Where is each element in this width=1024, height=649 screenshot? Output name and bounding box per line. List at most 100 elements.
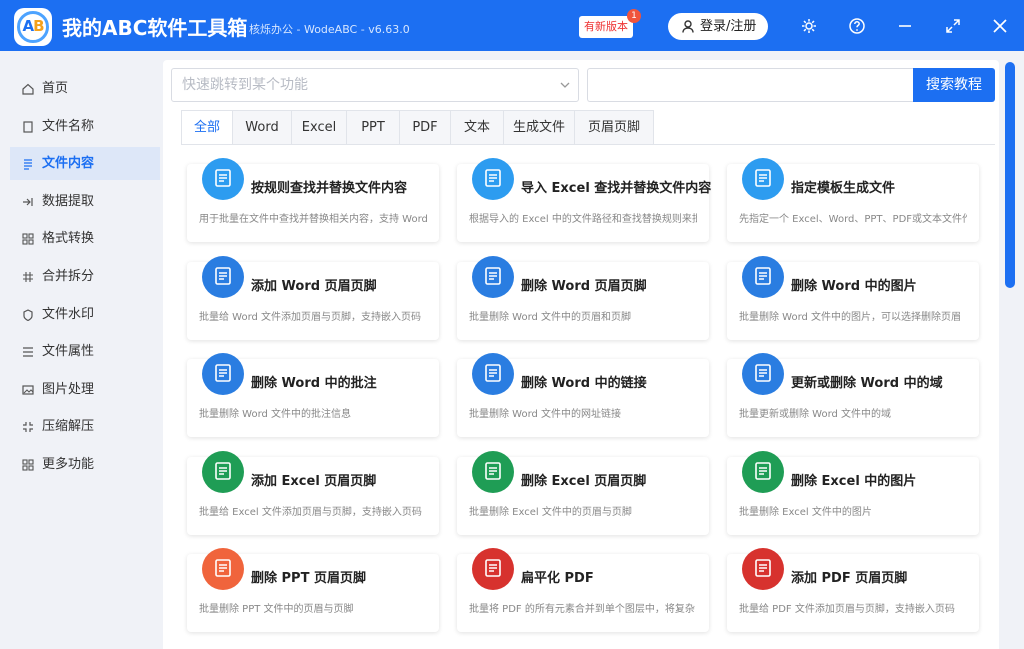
function-search-input[interactable] <box>172 69 578 101</box>
tab-3[interactable]: PPT <box>346 110 400 144</box>
function-card[interactable]: 删除 Excel 中的图片 批量删除 Excel 文件中的图片 <box>727 450 979 535</box>
function-card[interactable]: 删除 Word 中的链接 批量删除 Word 文件中的网址链接 <box>457 353 709 437</box>
watermark-icon <box>23 308 33 321</box>
find-replace-icon <box>202 158 244 200</box>
function-card[interactable]: 删除 Word 中的批注 批量删除 Word 文件中的批注信息 <box>187 353 439 437</box>
card-title: 删除 Word 中的链接 <box>521 376 647 391</box>
sidebar-item-label: 文件名称 <box>42 118 95 134</box>
card-title: 添加 PDF 页眉页脚 <box>791 571 908 586</box>
tab-4[interactable]: PDF <box>399 110 451 144</box>
function-card[interactable]: 删除 Word 页眉页脚 批量删除 Word 文件中的页眉和页脚 <box>457 255 709 340</box>
tab-0[interactable]: 全部 <box>181 110 233 145</box>
new-version-button[interactable]: 有新版本 1 <box>579 9 641 38</box>
sidebar-item-label: 压缩解压 <box>42 419 95 435</box>
card-description: 批量给 Excel 文件添加页眉与页脚，支持嵌入页码 <box>199 506 422 518</box>
card-title: 按规则查找并替换文件内容 <box>251 181 408 196</box>
scrollbar-thumb[interactable] <box>1005 62 1015 288</box>
word-header-add-icon <box>202 255 244 298</box>
tab-2[interactable]: Excel <box>291 110 347 144</box>
card-description: 根据导入的 Excel 中的文件路径和查找替换规则来批 <box>469 214 697 225</box>
sidebar-item-more[interactable]: 更多功能 <box>10 448 160 481</box>
sidebar-item-label: 文件水印 <box>42 306 95 322</box>
function-card[interactable]: 删除 Word 中的图片 批量删除 Word 文件中的图片，可以选择删除页眉 <box>727 255 979 340</box>
login-label: 登录/注册 <box>700 19 757 34</box>
card-description: 批量删除 Word 文件中的批注信息 <box>199 409 352 420</box>
sidebar-item-compress[interactable]: 压缩解压 <box>10 410 160 443</box>
tab-divider <box>181 144 995 145</box>
tab-7[interactable]: 页眉页脚 <box>574 110 654 144</box>
minimize-icon[interactable] <box>896 17 914 35</box>
function-card[interactable]: 添加 Word 页眉页脚批量给 Word 文件添加页眉与页脚，支持嵌入页码 <box>187 255 439 340</box>
sidebar-item-merge-split[interactable]: 合并拆分 <box>10 260 160 293</box>
word-field-icon <box>742 353 784 395</box>
function-card[interactable]: 指定模板生成文件 先指定一个 Excel、Word、PPT、PDF或文本文件作 <box>727 158 979 242</box>
user-icon <box>682 20 694 33</box>
word-link-delete-icon <box>472 353 514 395</box>
tab-1[interactable]: Word <box>232 110 292 144</box>
excel-replace-icon <box>472 158 514 200</box>
card-description: 批量删除 Excel 文件中的页眉与页脚 <box>469 506 632 518</box>
search-tutorial-button[interactable]: 搜索教程 <box>913 68 995 102</box>
word-image-delete-icon <box>742 255 784 298</box>
tab-5[interactable]: 文本 <box>450 110 504 144</box>
function-card[interactable]: 按规则查找并替换文件内容用于批量在文件中查找并替换相关内容，支持 Word <box>187 158 439 242</box>
excel-header-delete-icon <box>472 450 514 493</box>
sidebar-item-file-name[interactable]: 文件名称 <box>10 110 160 143</box>
function-card[interactable]: 删除 PPT 页眉页脚批量删除 PPT 文件中的页眉与页脚 <box>187 548 439 632</box>
card-title: 删除 Excel 页眉页脚 <box>521 473 647 489</box>
card-description: 批量删除 PPT 文件中的页眉与页脚 <box>199 604 354 615</box>
template-icon <box>742 158 784 200</box>
function-card[interactable]: 更新或删除 Word 中的域 批量更新或删除 Word 文件中的域 <box>727 353 979 437</box>
card-description: 批量给 Word 文件添加页眉与页脚，支持嵌入页码 <box>199 311 422 323</box>
close-icon[interactable] <box>991 17 1009 35</box>
card-title: 删除 PPT 页眉页脚 <box>251 571 366 586</box>
function-card[interactable]: 扁平化 PDF 批量将 PDF 的所有元素合并到单个图层中，将复杂 <box>457 548 709 632</box>
file-name-icon <box>23 120 33 133</box>
main-panel: 搜索教程 全部WordExcelPPTPDF文本生成文件页眉页脚 按规则查找并替… <box>163 60 999 649</box>
sidebar-item-label: 图片处理 <box>42 381 95 397</box>
sidebar-item-label: 首页 <box>42 81 69 96</box>
card-description: 批量删除 Word 文件中的页眉和页脚 <box>469 311 632 323</box>
sidebar-item-file-content[interactable]: 文件内容 <box>10 147 160 181</box>
tutorial-search-input[interactable] <box>587 68 915 102</box>
sidebar-item-format-convert[interactable]: 格式转换 <box>10 222 160 255</box>
help-icon[interactable] <box>848 17 866 35</box>
function-card[interactable]: 导入 Excel 查找并替换文件内容 根据导入的 Excel 中的文件路径和查找替… <box>457 158 711 242</box>
card-title: 添加 Word 页眉页脚 <box>251 278 377 294</box>
home-icon <box>22 83 34 95</box>
sidebar-item-image[interactable]: 图片处理 <box>10 373 160 406</box>
card-title: 添加 Excel 页眉页脚 <box>251 473 377 489</box>
function-search-box[interactable] <box>171 68 579 102</box>
sidebar-item-home[interactable]: 首页 <box>10 72 160 105</box>
sidebar-item-watermark[interactable]: 文件水印 <box>10 298 160 331</box>
sidebar-item-label: 合并拆分 <box>42 269 95 284</box>
function-card[interactable]: 删除 Excel 页眉页脚批量删除 Excel 文件中的页眉与页脚 <box>457 450 709 535</box>
card-description: 批量给 PDF 文件添加页眉与页脚，支持嵌入页码 <box>739 604 955 615</box>
word-comment-delete-icon <box>202 353 244 395</box>
card-description: 用于批量在文件中查找并替换相关内容，支持 Word <box>199 214 427 225</box>
function-card[interactable]: 添加 Excel 页眉页脚批量给 Excel 文件添加页眉与页脚，支持嵌入页码 <box>187 450 439 535</box>
settings-icon[interactable] <box>800 17 818 35</box>
format-convert-icon <box>22 233 34 245</box>
maximize-icon[interactable] <box>944 17 962 35</box>
merge-split-icon <box>23 272 33 282</box>
excel-header-add-icon <box>202 450 244 493</box>
card-description: 批量删除 Excel 文件中的图片 <box>739 506 872 518</box>
more-icon <box>22 459 34 471</box>
function-card[interactable]: 添加 PDF 页眉页脚批量给 PDF 文件添加页眉与页脚，支持嵌入页码 <box>727 548 979 632</box>
app-logo-icon: AB <box>14 8 52 46</box>
card-title: 更新或删除 Word 中的域 <box>791 376 943 391</box>
tab-6[interactable]: 生成文件 <box>503 110 575 144</box>
card-description: 批量删除 Word 文件中的图片，可以选择删除页眉 <box>739 311 962 323</box>
notification-badge: 1 <box>627 9 641 23</box>
login-button[interactable]: 登录/注册 <box>668 13 768 40</box>
sidebar-item-label: 文件内容 <box>42 156 95 172</box>
sidebar-item-label: 更多功能 <box>42 457 95 472</box>
sidebar-item-file-props[interactable]: 文件属性 <box>10 335 160 368</box>
app-title: 我的ABC软件工具箱 <box>62 16 248 40</box>
compress-icon <box>23 422 33 433</box>
sidebar-item-data-extract[interactable]: 数据提取 <box>10 185 160 218</box>
chevron-down-icon[interactable] <box>560 80 570 90</box>
file-content-icon <box>24 159 32 170</box>
sidebar-item-label: 数据提取 <box>42 193 95 209</box>
